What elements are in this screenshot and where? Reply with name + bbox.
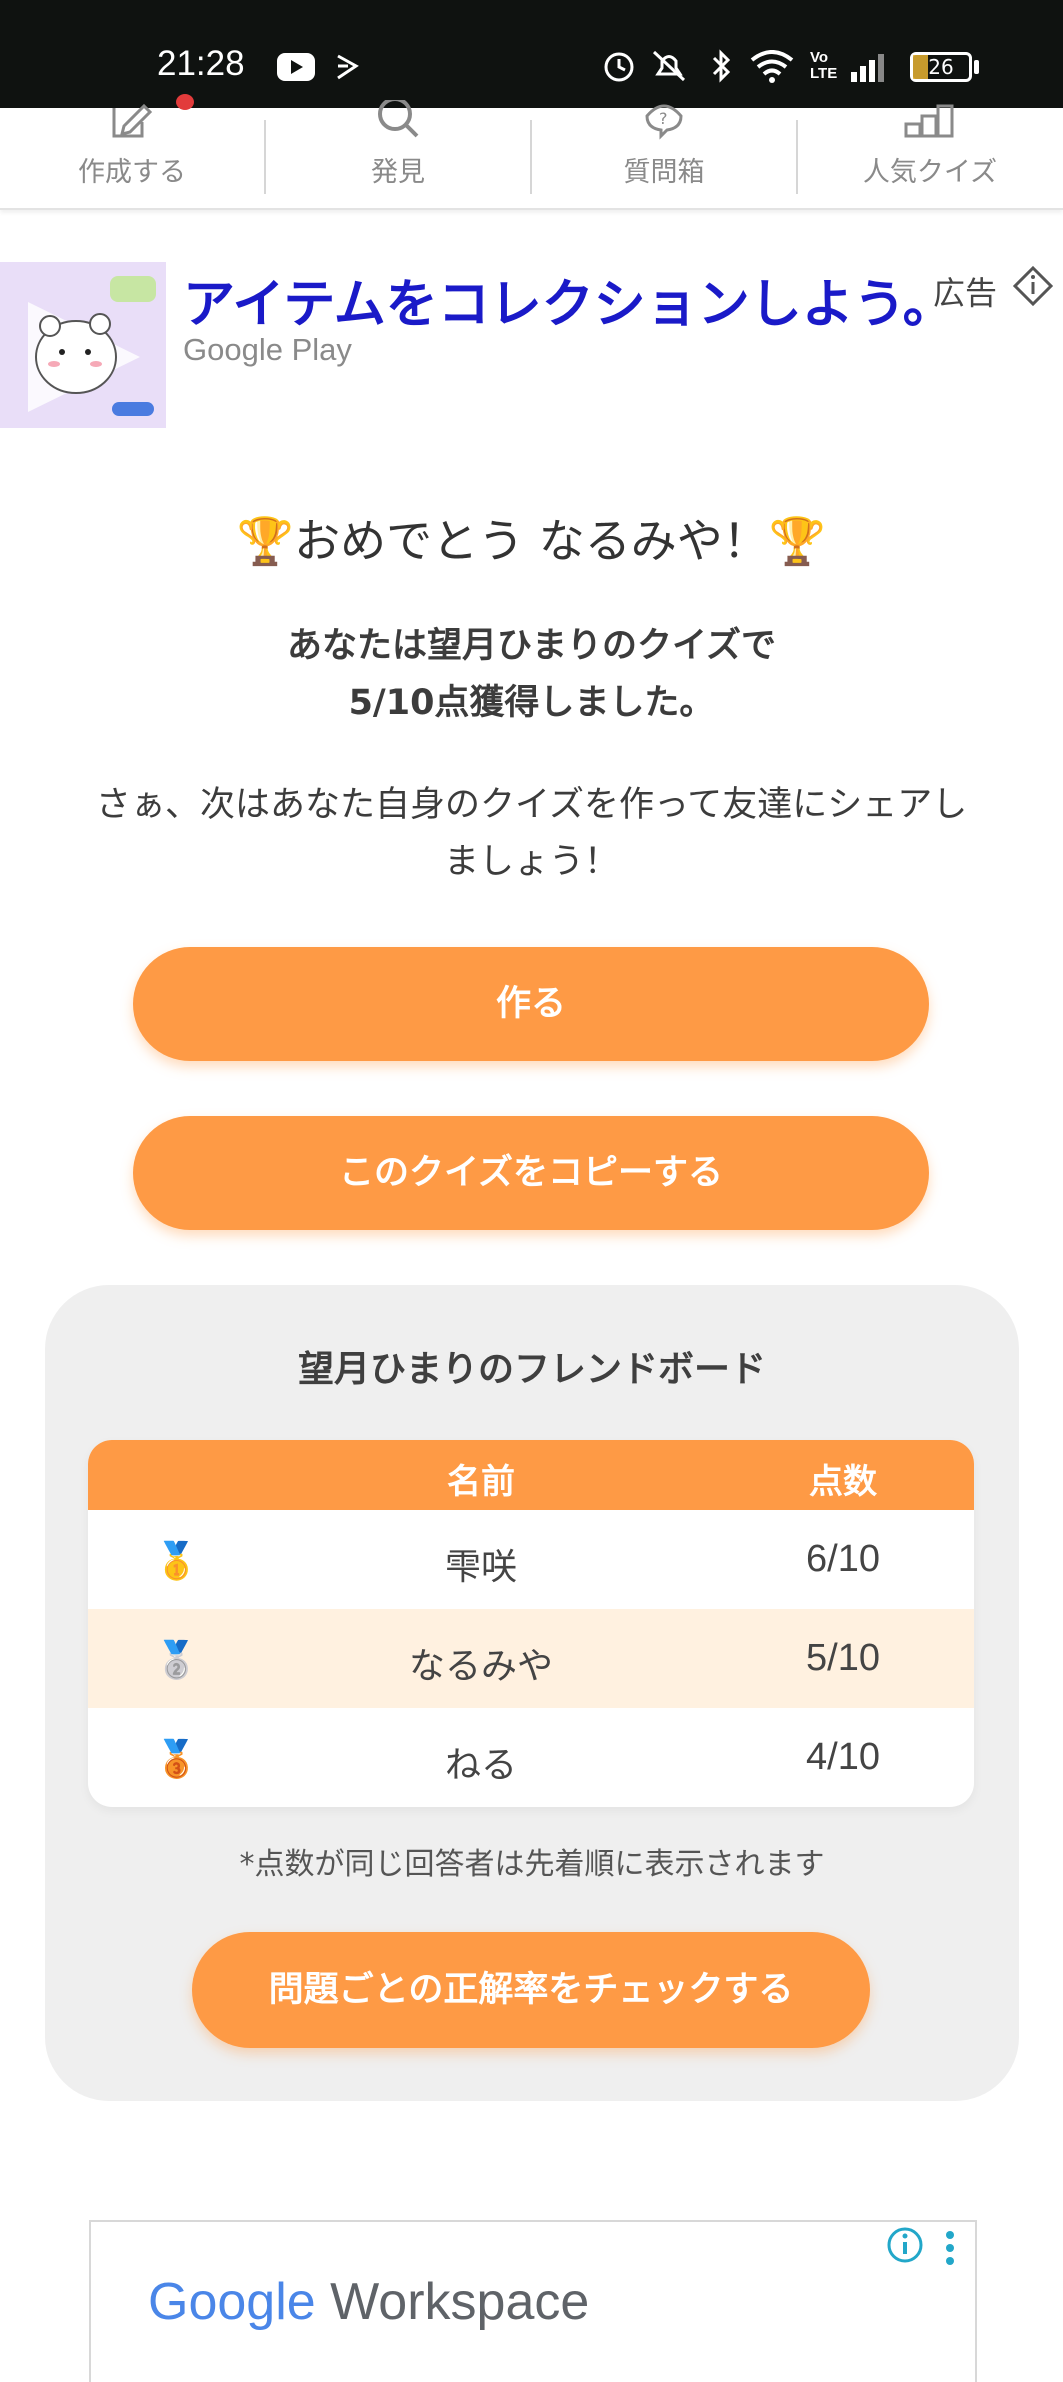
table-row: 🥇 雫咲 6/10 (88, 1510, 974, 1609)
ad-info-icon[interactable] (1013, 266, 1053, 306)
column-name: 名前 (447, 1462, 515, 1502)
question-icon: ? (645, 104, 683, 140)
ad-label: 広告 (933, 274, 998, 312)
nav-label-discover: 発見 (371, 157, 425, 188)
congrats-heading: 🏆おめでとう なるみや！🏆 (236, 514, 827, 568)
nav-item-question-box[interactable]: ? 質問箱 (532, 104, 796, 208)
battery-tip (974, 60, 979, 74)
workspace-ad[interactable]: Google Workspace (89, 2220, 977, 2382)
more-options-icon[interactable] (943, 2230, 957, 2266)
result-message: あなたは望月ひまりのクイズで 5/10点獲得しました。 (0, 618, 1063, 732)
volte-icon: Vo LTE (810, 49, 838, 82)
silver-medal-icon: 🥈 (154, 1640, 199, 1681)
status-time: 21:28 (157, 44, 245, 83)
youtube-icon (277, 53, 315, 81)
hamster-character-image (0, 262, 166, 428)
battery-level: 26 (928, 55, 954, 79)
ranking-icon (904, 104, 954, 138)
friend-board: 望月ひまりのフレンドボード 名前 点数 🥇 雫咲 6/10 🥈 なるみや 5/1… (45, 1285, 1019, 2101)
player-score: 5/10 (806, 1637, 880, 1679)
nav-label-create: 作成する (78, 157, 186, 188)
prompt-line-2: ましょう！ (443, 842, 619, 882)
google-workspace-logo: Google Workspace (148, 2272, 589, 2332)
wifi-icon (750, 50, 794, 83)
svg-text:?: ? (659, 109, 668, 128)
board-title: 望月ひまりのフレンドボード (297, 1349, 766, 1390)
nav-item-discover[interactable]: 発見 (266, 100, 530, 208)
bronze-medal-icon: 🥉 (154, 1739, 199, 1780)
create-quiz-prompt: さぁ、次はあなた自身のクイズを作って友達にシェアし ましょう！ (40, 777, 1023, 891)
check-accuracy-button[interactable]: 問題ごとの正解率をチェックする (192, 1932, 870, 2048)
ranking-table: 名前 点数 🥇 雫咲 6/10 🥈 なるみや 5/10 🥉 ねる 4/10 (88, 1440, 974, 1807)
table-row: 🥉 ねる 4/10 (88, 1708, 974, 1807)
cast-icon (337, 54, 359, 80)
top-nav: 作成する 発見 ? 質問箱 人気クイズ (0, 100, 1063, 210)
status-bar: 21:28 Vo LTE 26 (0, 0, 1063, 108)
gold-medal-icon: 🥇 (154, 1541, 199, 1582)
workspace-wordmark: Workspace (330, 2273, 590, 2331)
ad-title[interactable]: アイテムをコレクションしよう。 (183, 262, 955, 337)
bluetooth-icon (712, 49, 731, 83)
ad-info-icon[interactable] (886, 2226, 924, 2264)
player-name: ねる (444, 1745, 517, 1786)
prompt-line-1: さぁ、次はあなた自身のクイズを作って友達にシェアし (95, 785, 968, 825)
player-score: 4/10 (806, 1736, 880, 1778)
copy-quiz-button[interactable]: このクイズをコピーする (133, 1116, 929, 1230)
search-icon (378, 100, 419, 138)
result-line-1: あなたは望月ひまりのクイズで (287, 626, 776, 666)
signal-icon (851, 54, 884, 82)
battery-icon: 26 (910, 52, 972, 82)
column-score: 点数 (809, 1462, 877, 1502)
create-button[interactable]: 作る (133, 947, 929, 1061)
google-wordmark: Google (148, 2273, 316, 2331)
table-header: 名前 点数 (88, 1440, 974, 1510)
notification-dot (176, 94, 194, 110)
player-score: 6/10 (806, 1538, 880, 1580)
player-name: なるみや (408, 1646, 553, 1687)
alarm-icon (604, 52, 634, 82)
edit-icon (112, 103, 153, 138)
nav-label-popular: 人気クイズ (862, 157, 998, 188)
table-row-current-user: 🥈 なるみや 5/10 (88, 1609, 974, 1708)
tie-note: *点数が同じ回答者は先着順に表示されます (239, 1847, 825, 1882)
player-name: 雫咲 (444, 1547, 517, 1588)
nav-item-popular[interactable]: 人気クイズ (798, 104, 1062, 208)
ad-advertiser[interactable]: Google Play (183, 332, 352, 368)
mute-bell-icon (652, 50, 686, 82)
result-line-2: 5/10点獲得しました。 (348, 683, 715, 723)
ad-image[interactable] (0, 262, 166, 428)
nav-label-question-box: 質問箱 (623, 157, 705, 188)
nav-item-create[interactable]: 作成する (0, 103, 264, 208)
